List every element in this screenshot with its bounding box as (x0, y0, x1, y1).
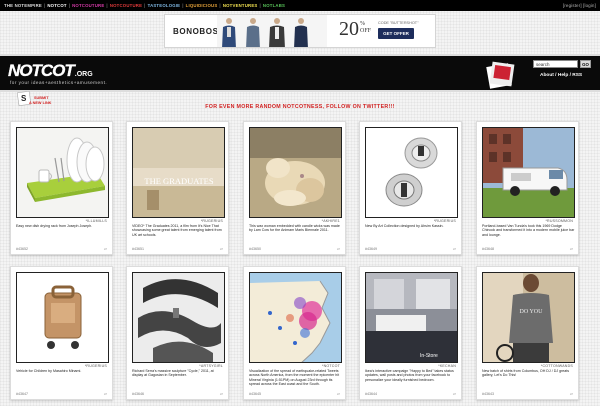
save-icon[interactable]: ▱ (220, 391, 223, 396)
post-number[interactable]: #43645 (249, 392, 261, 396)
post-thumbnail[interactable] (482, 127, 575, 218)
save-icon[interactable]: ▱ (453, 246, 456, 251)
ad-offer-off: OFF (360, 28, 372, 34)
twitter-follow-link[interactable]: FOR EVEN MORE RANDOM NOTCOTNESS, FOLLOW … (0, 104, 600, 110)
post-credit[interactable]: *AKHIRE1 (322, 219, 340, 223)
save-icon[interactable]: ▱ (337, 391, 340, 396)
post-credit[interactable]: *ILLUMILLS (86, 219, 107, 223)
post-thumbnail[interactable] (16, 272, 109, 363)
ad-offer-number: 20 (339, 18, 359, 40)
nav-notlabs[interactable]: NOTLABS (263, 3, 285, 8)
save-icon[interactable]: ▱ (453, 391, 456, 396)
post-number[interactable]: #43651 (132, 247, 144, 251)
post-card[interactable]: *AKHIRE1 This wax woman embedded with ca… (243, 121, 346, 255)
post-caption: Ikea's interactive campaign "Happy to Be… (365, 369, 454, 382)
ad-offer: 20 % OFF (339, 19, 371, 39)
post-card[interactable]: *ILLUMILLS Easy new dish drying rack fro… (10, 121, 113, 255)
post-caption: Easy new dish drying rack from Joseph Jo… (16, 224, 93, 228)
post-card[interactable]: *RUSSOMMON Portland-based Van Tunda's to… (476, 121, 579, 255)
nav-notventures[interactable]: NOTVENTURES (223, 3, 258, 8)
save-icon[interactable]: ▱ (337, 246, 340, 251)
post-number[interactable]: #43647 (16, 392, 28, 396)
post-thumbnail[interactable] (365, 127, 458, 218)
polaroid-stack-icon (486, 61, 515, 89)
top-nav: THE NOTEMPIRE | NOTCOT | NOTCOUTURE | NOTCO… (0, 0, 600, 11)
post-card[interactable]: *ARTSYGIRL Richard Serra's massive sculp… (126, 266, 229, 400)
ad-models-image (217, 15, 327, 47)
post-number[interactable]: #43643 (482, 392, 494, 396)
post-card[interactable]: *RUGERIUS New By Art Collection designed… (359, 121, 462, 255)
post-caption: Visualization of the spread of earthquak… (249, 369, 340, 386)
search-placeholder: search (536, 62, 550, 67)
save-icon[interactable]: ▱ (104, 246, 107, 251)
post-credit[interactable]: *KECHAN (438, 364, 456, 368)
save-icon[interactable]: ▱ (104, 391, 107, 396)
post-card[interactable]: In-Store *KECHAN Ikea's interactive camp… (359, 266, 462, 400)
save-icon[interactable]: ▱ (570, 246, 573, 251)
header-bar: NOTCOT .ORG for your ideas+aesthetics+am… (0, 54, 600, 92)
tshirt-text: DO YOU (520, 309, 544, 315)
post-credit[interactable]: *ARTSYGIRL (199, 364, 223, 368)
header-links[interactable]: About / Help / RSS (540, 73, 582, 78)
post-number[interactable]: #43652 (16, 247, 28, 251)
post-credit[interactable]: *RUGERIUS (201, 219, 223, 223)
post-caption: VIDEO* The Graduates 2011, a film from I… (132, 224, 222, 237)
site-logo[interactable]: NOTCOT .ORG (8, 61, 93, 81)
post-number[interactable]: #43650 (249, 247, 261, 251)
logo-suffix: .ORG (74, 71, 93, 78)
post-card[interactable]: *NOTCOT Visualization of the spread of e… (243, 266, 346, 400)
post-caption: New batch of shirts from Columbus, OH DJ… (482, 369, 570, 378)
post-number[interactable]: #43644 (365, 392, 377, 396)
svg-text:S: S (21, 94, 27, 103)
nav-notcouture[interactable]: NOTCOUTURE (110, 3, 142, 8)
post-caption: This wax woman embedded with candle wick… (249, 224, 340, 233)
post-credit[interactable]: *RUGERIUS (85, 364, 107, 368)
post-caption: Portland-based Van Tunda's took this 196… (482, 224, 575, 237)
nav-tasteologie[interactable]: TASTEOLOGIE (148, 3, 181, 8)
save-icon[interactable]: ▱ (570, 391, 573, 396)
nav-notcouture-pink[interactable]: NOTCOUTURE (72, 3, 104, 8)
post-card[interactable]: *RUGERIUS Vehicle for Children by Masahi… (10, 266, 113, 400)
post-number[interactable]: #43649 (365, 247, 377, 251)
post-credit[interactable]: *RUSSOMMON (545, 219, 573, 223)
logo-text: NOTCOT (8, 61, 75, 80)
post-thumbnail[interactable]: In-Store (365, 272, 458, 363)
nav-notcot[interactable]: NOTCOT (47, 3, 66, 8)
graduates-title: THE GRADUATES (144, 176, 213, 186)
submit-line1: SUBMIT (34, 96, 49, 100)
post-thumbnail[interactable]: THE GRADUATES (132, 127, 225, 218)
post-credit[interactable]: *NOTCOT (322, 364, 340, 368)
ad-offer-percent: % (360, 21, 365, 27)
instore-text: In-Store (420, 353, 438, 359)
post-thumbnail[interactable] (16, 127, 109, 218)
post-card[interactable]: DO YOU *COTTONWANDS New batch of shirts … (476, 266, 579, 400)
nav-notempire[interactable]: THE NOTEMPIRE (4, 3, 42, 8)
nav-liquidicious[interactable]: LIQUIDICIOUS (186, 3, 218, 8)
post-thumbnail[interactable] (132, 272, 225, 363)
post-number[interactable]: #43648 (482, 247, 494, 251)
ad-banner[interactable]: BONOBOS 20 % OFF CODE "BUTTERSHOT" GET O… (164, 14, 436, 48)
post-caption: Richard Serra's massive sculpture "Cycle… (132, 369, 214, 378)
ad-get-offer-button[interactable]: GET OFFER (378, 28, 414, 39)
post-credit[interactable]: *COTTONWANDS (541, 364, 573, 368)
post-caption: Vehicle for Children by Masahiro Minami. (16, 369, 82, 373)
account-links[interactable]: [register] [login] (563, 3, 600, 8)
ad-code: CODE "BUTTERSHOT" (378, 21, 419, 25)
post-thumbnail[interactable] (249, 127, 342, 218)
post-thumbnail[interactable] (249, 272, 342, 363)
ad-brand: BONOBOS (173, 27, 219, 36)
post-number[interactable]: #43646 (132, 392, 144, 396)
save-icon[interactable]: ▱ (220, 246, 223, 251)
post-credit[interactable]: *RUGERIUS (434, 219, 456, 223)
search-button[interactable]: GO (580, 60, 591, 68)
post-card[interactable]: THE GRADUATES *RUGERIUS VIDEO* The Gradu… (126, 121, 229, 255)
search-input[interactable]: search (533, 60, 578, 68)
post-caption: New By Art Collection designed by Ahsim … (365, 224, 444, 228)
site-tagline: for your ideas+aesthetics+amusement. (10, 80, 108, 85)
post-thumbnail[interactable]: DO YOU (482, 272, 575, 363)
